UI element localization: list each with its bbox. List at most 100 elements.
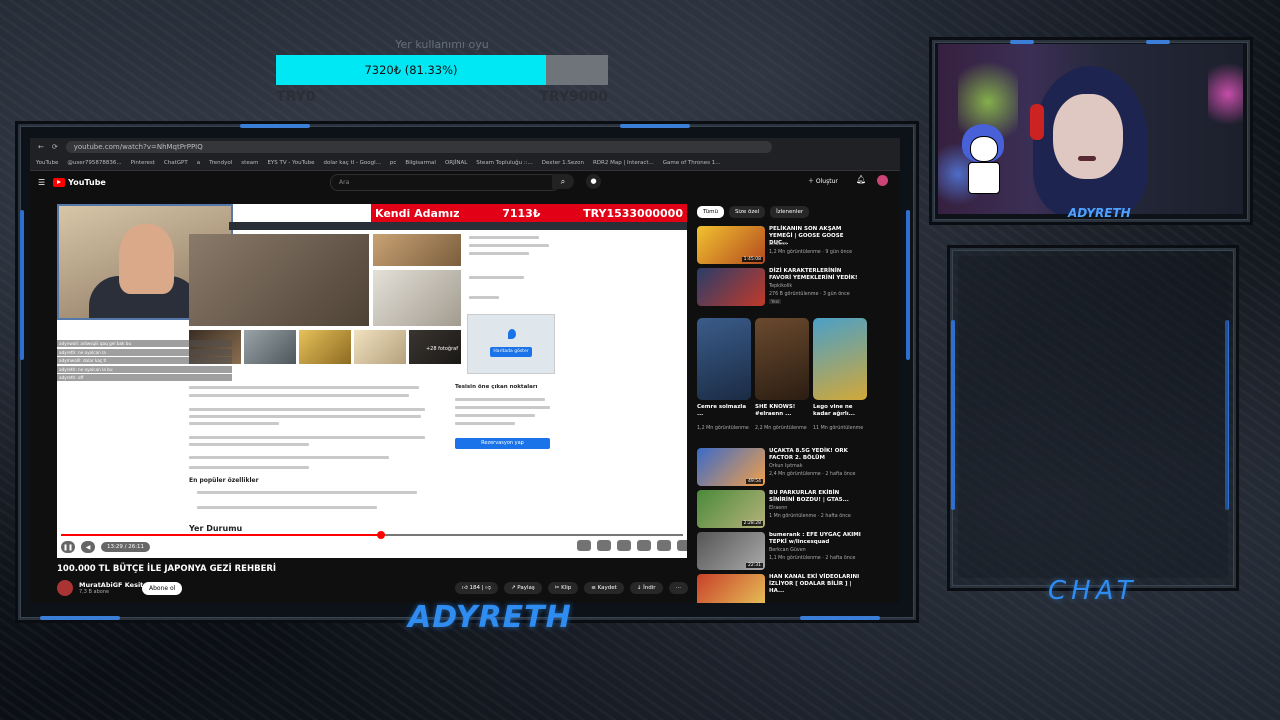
bookmark-item[interactable]: steam bbox=[241, 160, 258, 166]
search-icon[interactable]: ⌕ bbox=[552, 174, 574, 189]
short-views: 11 Mn görüntülenme bbox=[813, 426, 864, 431]
bookmark-item[interactable]: Pinterest bbox=[131, 160, 155, 166]
channel-avatar[interactable] bbox=[57, 580, 73, 596]
bookmark-item[interactable]: EYS TV - YouTube bbox=[267, 160, 314, 166]
video-thumbnail[interactable]: 22:31 bbox=[697, 532, 765, 570]
recommendation-channel[interactable]: Orkun Işıtmak bbox=[769, 464, 803, 469]
bookmark-item[interactable]: Steam Topluluğu ::... bbox=[476, 160, 533, 166]
video-progress-bar[interactable] bbox=[61, 531, 683, 539]
channel-subs: 7,3 B abone bbox=[79, 589, 110, 595]
recommendation-channel[interactable]: Tepkikolik bbox=[769, 284, 792, 289]
recommendation-channel[interactable]: Elraenn bbox=[769, 242, 787, 247]
recommendation-item[interactable]: HAN KANAL EKİ VİDEOLARINI İZLİYOR [ ODAL… bbox=[697, 574, 869, 603]
bookmark-item[interactable]: Game of Thrones 1... bbox=[663, 160, 721, 166]
recommendation-title[interactable]: bumerank : EFE UYGAÇ AKIMI TEPKİ w/lince… bbox=[769, 532, 861, 546]
bookmark-item[interactable]: Dexter 1.Sezon bbox=[542, 160, 584, 166]
create-button[interactable]: ＋ Oluştur bbox=[808, 176, 838, 185]
theater-icon[interactable] bbox=[657, 540, 671, 551]
bookmark-item[interactable]: Trendyol bbox=[209, 160, 232, 166]
hotel-photo bbox=[244, 330, 296, 364]
back-icon[interactable]: ← bbox=[38, 143, 44, 151]
recommendation-item[interactable]: 22:31 bumerank : EFE UYGAÇ AKIMI TEPKİ w/… bbox=[697, 532, 869, 570]
avatar[interactable] bbox=[877, 175, 888, 186]
recommendation-item[interactable]: 49:54 UÇAKTA 8.5G YEDİK! ORK FACTOR 2. BÖ… bbox=[697, 448, 869, 486]
clip-button[interactable]: ✂ Klip bbox=[547, 582, 579, 594]
recommendation-title[interactable]: DİZİ KARAKTERLERİNİN FAVORİ YEMEKLERİNİ … bbox=[769, 268, 861, 282]
video-duration: 2:28:28 bbox=[741, 521, 763, 526]
mic-icon[interactable]: ● bbox=[586, 174, 601, 189]
chibi-face bbox=[970, 136, 998, 162]
address-bar[interactable]: ← ⟳ youtube.com/watch?v=NhMqtPrPPIQ bbox=[30, 138, 900, 156]
search-input[interactable]: Ara bbox=[330, 174, 560, 191]
autoplay-icon[interactable] bbox=[577, 540, 591, 551]
video-time: 13:29 / 26:11 bbox=[101, 542, 151, 552]
short-thumbnail[interactable] bbox=[755, 318, 809, 400]
chip-all[interactable]: Tümü bbox=[697, 206, 724, 218]
recommendation-item[interactable]: 2:28:28 BU PARKURLAR EKİBİN SİNİRİNİ BOZD… bbox=[697, 490, 869, 528]
video-thumbnail[interactable] bbox=[697, 268, 765, 306]
bookmark-item[interactable]: dolar kaç tl - Googl... bbox=[323, 160, 380, 166]
share-button[interactable]: ↗ Paylaş bbox=[503, 582, 542, 594]
recommendation-title[interactable]: HAN KANAL EKİ VİDEOLARINI İZLİYOR [ ODAL… bbox=[769, 574, 861, 595]
fullscreen-icon[interactable] bbox=[677, 540, 687, 551]
bookmark-item[interactable]: ChatGPT bbox=[164, 160, 188, 166]
recommendation-meta: 2,4 Mn görüntülenme · 2 hafta önce bbox=[769, 472, 856, 477]
bookmark-item[interactable]: pc bbox=[390, 160, 397, 166]
video-thumbnail[interactable] bbox=[697, 574, 765, 603]
short-title[interactable]: SHE KNOWS! #elraenn ... bbox=[755, 404, 809, 418]
settings-icon[interactable] bbox=[617, 540, 631, 551]
text-line bbox=[189, 394, 409, 397]
bookmark-item[interactable]: a bbox=[197, 160, 200, 166]
recommendation-channel[interactable]: Berkcan Güven bbox=[769, 548, 806, 553]
photos-count: +28 fotoğraf bbox=[425, 346, 458, 352]
recommendation-channel[interactable]: Elraenn bbox=[769, 506, 787, 511]
short-title[interactable]: Cemre solmazla ... bbox=[697, 404, 751, 418]
video-thumbnail[interactable]: 1:45:08 bbox=[697, 226, 765, 264]
video-scrubber[interactable] bbox=[377, 531, 386, 539]
save-button[interactable]: ≡ Kaydet bbox=[584, 582, 624, 594]
bookmark-item[interactable]: @user795878836... bbox=[67, 160, 121, 166]
chip-for-you[interactable]: Size özel bbox=[728, 206, 766, 218]
short-thumbnail[interactable] bbox=[813, 318, 867, 400]
short-title[interactable]: Lego vine ne kadar ağırlı... bbox=[813, 404, 867, 418]
channel-info: MuratAbiGF Kesit 7,3 B abone bbox=[57, 580, 143, 596]
bookmark-item[interactable]: Bilgisarmal bbox=[405, 160, 436, 166]
text-line bbox=[469, 276, 524, 279]
bookmark-item[interactable]: YouTube bbox=[36, 160, 58, 166]
map[interactable]: Haritada göster bbox=[467, 314, 555, 374]
filter-chips: Tümü Size özel İzlenenler bbox=[697, 206, 810, 218]
video-thumbnail[interactable]: 2:28:28 bbox=[697, 490, 765, 528]
book-button[interactable]: Rezervasyon yap bbox=[455, 438, 550, 449]
recommendation-item[interactable]: DİZİ KARAKTERLERİNİN FAVORİ YEMEKLERİNİ … bbox=[697, 268, 869, 306]
short-thumbnail[interactable] bbox=[697, 318, 751, 400]
bookmark-item[interactable]: RDR2 Map | Interact... bbox=[593, 160, 654, 166]
new-badge: Yeni bbox=[769, 299, 782, 304]
bookmark-item[interactable]: ORJİNAL bbox=[445, 160, 467, 166]
video-thumbnail[interactable]: 49:54 bbox=[697, 448, 765, 486]
miniplayer-icon[interactable] bbox=[637, 540, 651, 551]
subscribe-button[interactable]: Abone ol bbox=[142, 582, 183, 595]
volume-icon[interactable]: ◀ bbox=[81, 541, 95, 553]
download-button[interactable]: ↓ İndir bbox=[629, 582, 663, 594]
reload-icon[interactable]: ⟳ bbox=[52, 143, 58, 151]
like-button[interactable]: 👍︎ 184 | 👎︎ bbox=[455, 582, 498, 594]
url-field[interactable]: youtube.com/watch?v=NhMqtPrPPIQ bbox=[65, 141, 772, 153]
video-player[interactable]: Kendi Adamız 7113₺ TRY1533000000 +28 fot… bbox=[57, 204, 687, 558]
subtitles-icon[interactable] bbox=[597, 540, 611, 551]
frame-accent bbox=[240, 124, 310, 128]
text-line bbox=[469, 236, 539, 239]
youtube-logo[interactable]: YouTube bbox=[53, 177, 106, 187]
show-on-map-button[interactable]: Haritada göster bbox=[490, 347, 532, 357]
pause-icon[interactable]: ❚❚ bbox=[61, 541, 75, 553]
channel-name[interactable]: MuratAbiGF Kesit bbox=[79, 581, 143, 589]
chip-watched[interactable]: İzlenenler bbox=[770, 206, 810, 218]
more-icon[interactable]: ⋯ bbox=[668, 582, 689, 594]
menu-icon[interactable]: ☰ bbox=[38, 178, 45, 187]
recommendation-meta: 1,2 Mn görüntülenme · 9 gün önce bbox=[769, 250, 853, 255]
video-actions: 👍︎ 184 | 👎︎ ↗ Paylaş ✂ Klip ≡ Kaydet ↓ İ… bbox=[455, 582, 689, 594]
frame-accent bbox=[800, 616, 880, 620]
bell-icon[interactable]: 🔔︎ bbox=[856, 175, 866, 184]
recommendation-item[interactable]: 1:45:08 PELİKANIN SON AKŞAM YEMEĞİ | GOOS… bbox=[697, 226, 869, 264]
recommendation-title[interactable]: UÇAKTA 8.5G YEDİK! ORK FACTOR 2. BÖLÜM bbox=[769, 448, 861, 462]
recommendation-title[interactable]: BU PARKURLAR EKİBİN SİNİRİNİ BOZDU! | GT… bbox=[769, 490, 861, 504]
